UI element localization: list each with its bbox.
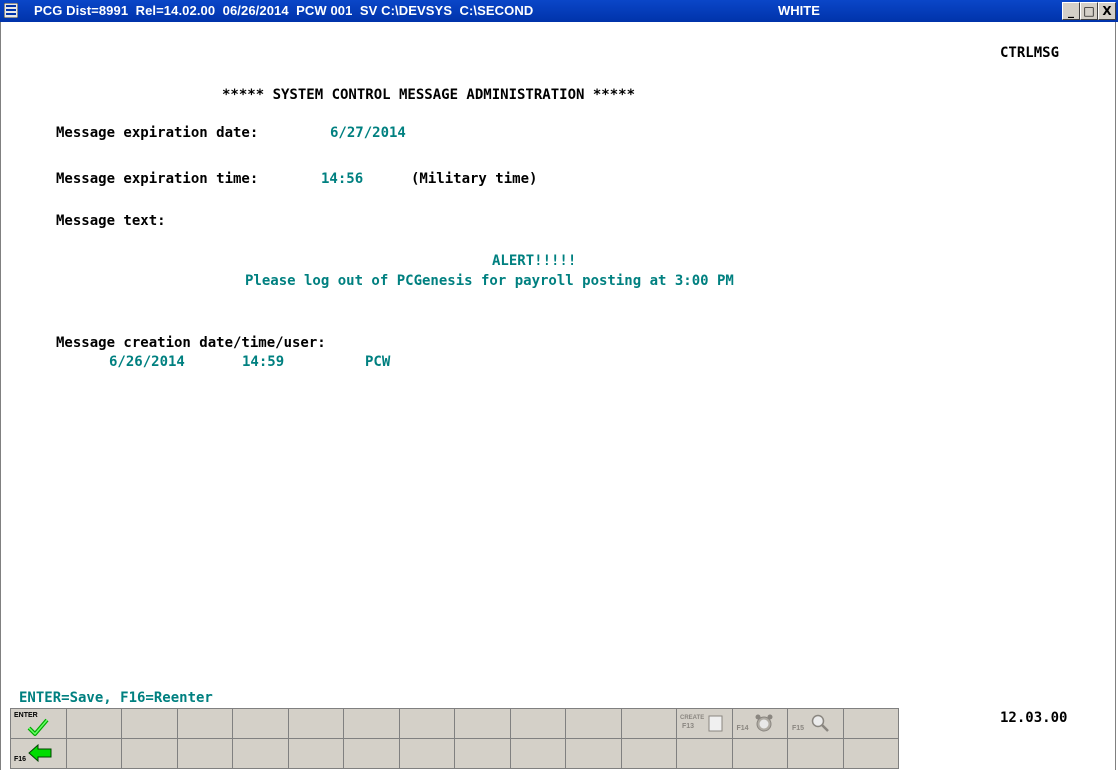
function-key-blank[interactable] [122, 739, 178, 769]
function-key-bar: ENTER CREATE F13 F14 F15 F16 [10, 708, 899, 769]
f14-alarm-clock-icon [755, 714, 772, 732]
enter-key-button[interactable]: ENTER [11, 709, 67, 739]
function-key-blank[interactable] [177, 739, 233, 769]
f13-create-icon [708, 715, 723, 732]
function-key-blank[interactable] [510, 739, 566, 769]
function-key-f7[interactable] [344, 709, 400, 739]
maximize-button[interactable]: □ [1080, 2, 1098, 20]
function-key-blank[interactable] [399, 739, 455, 769]
military-time-note: (Military time) [411, 171, 538, 187]
page-title: ***** SYSTEM CONTROL MESSAGE ADMINISTRAT… [222, 87, 636, 103]
function-key-f12[interactable] [621, 709, 677, 739]
creation-label: Message creation date/time/user: [56, 335, 326, 351]
function-key-blank[interactable] [233, 739, 289, 769]
key-hint: ENTER=Save, F16=Reenter [19, 690, 213, 706]
expiration-date-field[interactable]: 6/27/2014 [330, 124, 406, 142]
f16-key-label: F16 [14, 756, 27, 763]
app-menu-icon[interactable] [4, 3, 18, 18]
f14-label: F14 [736, 725, 749, 732]
program-id: CTRLMSG [1000, 45, 1060, 61]
f13-label-top: CREATE [680, 715, 705, 721]
creation-time: 14:59 [242, 354, 285, 370]
function-key-f2[interactable] [66, 709, 122, 739]
function-key-f3[interactable] [122, 709, 178, 739]
window-title: PCG Dist=8991 Rel=14.02.00 06/26/2014 PC… [34, 3, 534, 18]
function-key-f8[interactable] [399, 709, 455, 739]
function-key-f11[interactable] [566, 709, 622, 739]
close-button[interactable]: X [1098, 2, 1116, 20]
function-key-blank[interactable] [288, 739, 344, 769]
create-f13-button[interactable]: CREATE F13 [677, 709, 733, 739]
version-label: 12.03.00 [1000, 710, 1068, 726]
function-key-blank[interactable] [566, 739, 622, 769]
function-key-f6[interactable] [288, 709, 344, 739]
message-line-1[interactable]: ALERT!!!!! [492, 252, 576, 270]
f15-label: F15 [792, 725, 805, 732]
f15-search-button[interactable]: F15 [788, 709, 844, 739]
window-titlebar[interactable]: PCG Dist=8991 Rel=14.02.00 06/26/2014 PC… [0, 0, 1118, 22]
function-key-f4[interactable] [177, 709, 233, 739]
function-key-f5[interactable] [233, 709, 289, 739]
f13-label-bottom: F13 [682, 723, 695, 730]
message-line-2[interactable]: Please log out of PCGenesis for payroll … [245, 272, 734, 290]
creation-user: PCW [365, 354, 391, 370]
function-key-blank[interactable] [455, 739, 511, 769]
function-key-blank[interactable] [344, 739, 400, 769]
function-key-blank[interactable] [66, 739, 122, 769]
function-key-blank-16[interactable] [843, 709, 899, 739]
expiration-time-field[interactable]: 14:56 [321, 170, 363, 188]
function-key-blank[interactable] [621, 739, 677, 769]
function-key-f10[interactable] [510, 709, 566, 739]
theme-label: WHITE [778, 3, 820, 18]
minimize-button[interactable]: _ [1062, 2, 1080, 20]
creation-date: 6/26/2014 [109, 354, 185, 370]
function-key-blank[interactable] [677, 739, 733, 769]
function-key-blank[interactable] [843, 739, 899, 769]
f16-back-arrow-icon [28, 744, 52, 762]
function-key-blank[interactable] [732, 739, 788, 769]
function-key-f9[interactable] [455, 709, 511, 739]
expiration-time-label: Message expiration time: [56, 171, 259, 187]
f15-magnifier-icon [811, 714, 829, 732]
enter-checkmark-icon [27, 718, 49, 736]
f16-reenter-button[interactable]: F16 [11, 739, 67, 769]
message-text-label: Message text: [56, 213, 166, 229]
window-controls: _ □ X [1062, 2, 1116, 20]
function-key-blank[interactable] [788, 739, 844, 769]
f14-alarm-button[interactable]: F14 [732, 709, 788, 739]
expiration-date-label: Message expiration date: [56, 125, 259, 141]
